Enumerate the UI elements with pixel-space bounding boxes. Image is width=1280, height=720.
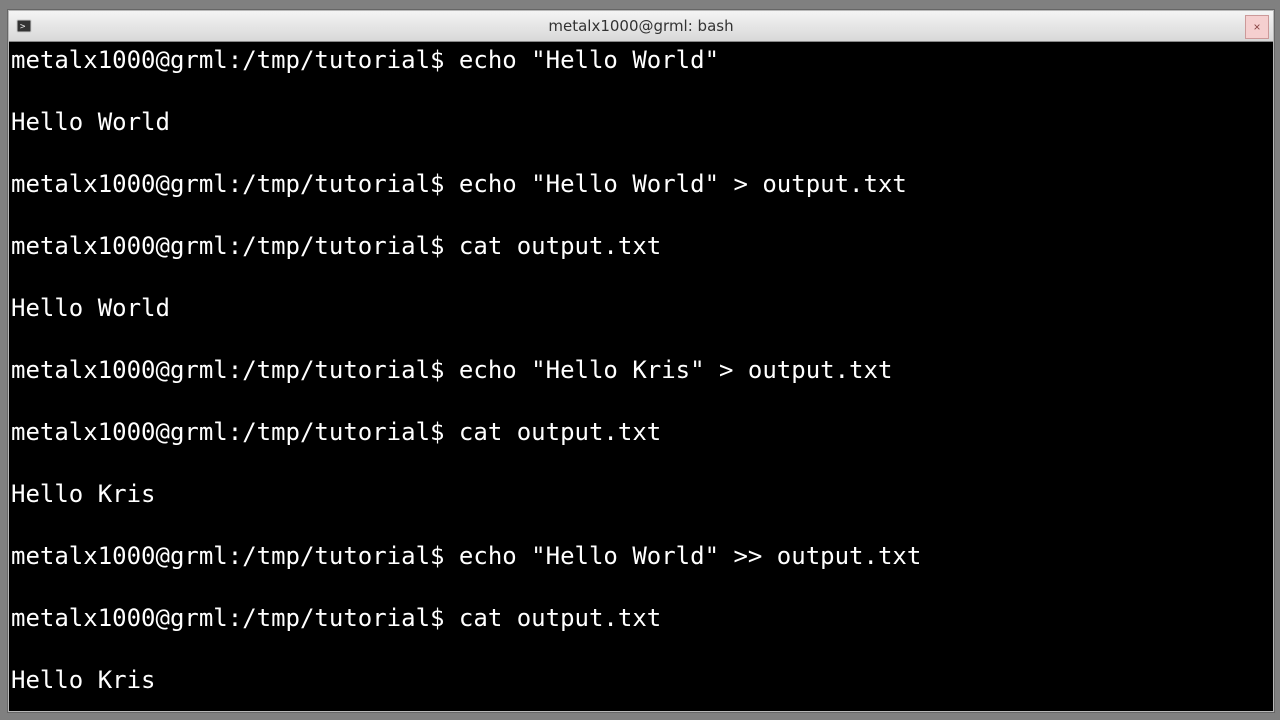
terminal-output-line: Hello Kris <box>11 479 1271 510</box>
terminal-output-line: Hello Kris <box>11 665 1271 696</box>
close-button[interactable]: × <box>1245 15 1269 39</box>
terminal-prompt-line: metalx1000@grml:/tmp/tutorial$ echo "Hel… <box>11 169 1271 200</box>
terminal-body[interactable]: metalx1000@grml:/tmp/tutorial$ echo "Hel… <box>9 42 1273 711</box>
svg-text:>: > <box>20 22 26 32</box>
terminal-prompt-line: metalx1000@grml:/tmp/tutorial$ echo "Hel… <box>11 355 1271 386</box>
terminal-prompt-line: metalx1000@grml:/tmp/tutorial$ echo "Hel… <box>11 45 1271 76</box>
terminal-prompt-line: metalx1000@grml:/tmp/tutorial$ cat outpu… <box>11 231 1271 262</box>
terminal-output-line: Hello World <box>11 107 1271 138</box>
terminal-output-line: Hello World <box>11 293 1271 324</box>
terminal-prompt-line: metalx1000@grml:/tmp/tutorial$ cat outpu… <box>11 603 1271 634</box>
close-icon: × <box>1253 20 1260 34</box>
app-icon: > <box>15 17 33 35</box>
terminal-prompt-line: metalx1000@grml:/tmp/tutorial$ cat outpu… <box>11 417 1271 448</box>
terminal-window: > metalx1000@grml: bash × metalx1000@grm… <box>8 10 1274 712</box>
terminal-prompt-line: metalx1000@grml:/tmp/tutorial$ echo "Hel… <box>11 541 1271 572</box>
window-title: metalx1000@grml: bash <box>548 17 733 35</box>
titlebar[interactable]: > metalx1000@grml: bash × <box>9 11 1273 42</box>
